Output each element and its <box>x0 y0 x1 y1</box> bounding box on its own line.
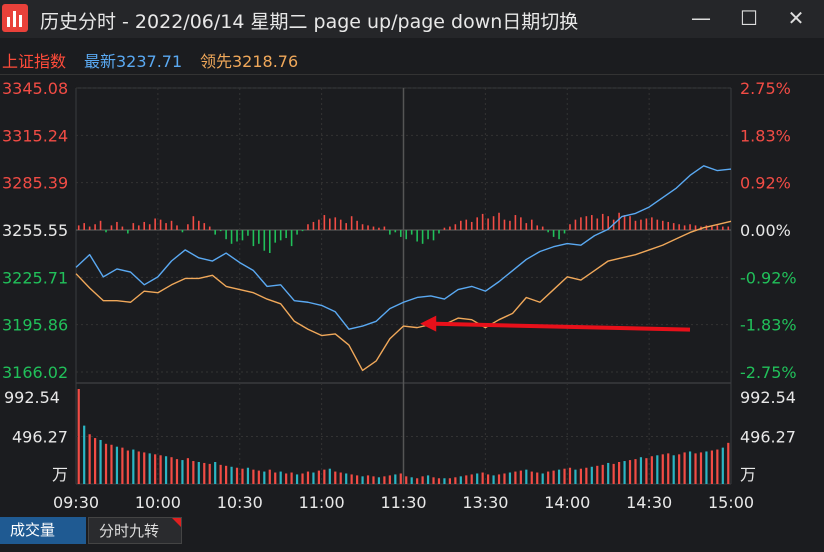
price-tick-label: 3225.71 <box>2 268 68 287</box>
intraday-chart[interactable]: 3345.08 2.75% 3315.24 1.83% 3285.39 0.92% 3255… <box>0 74 824 514</box>
percent-tick-label: -2.75% <box>740 363 797 382</box>
annotation-arrow-head <box>420 315 437 332</box>
percent-tick-label: 1.83% <box>740 126 791 145</box>
price-tick-label: 3195.86 <box>2 316 68 335</box>
percent-tick-label: -0.92% <box>740 268 797 287</box>
time-tick-label: 15:00 <box>708 493 754 512</box>
volume-mid-label: 496.27 <box>12 428 68 447</box>
volume-mid-label-right: 496.27 <box>740 428 796 447</box>
volume-max-label: 992.54 <box>4 388 60 407</box>
percent-tick-label: 2.75% <box>740 79 791 98</box>
tab-nine-turn[interactable]: 分时九转 <box>88 517 182 544</box>
time-tick-label: 10:30 <box>217 493 263 512</box>
time-tick-label: 11:30 <box>380 493 426 512</box>
price-tick-label: 3166.02 <box>2 363 68 382</box>
price-tick-label: 3315.24 <box>2 126 68 145</box>
time-tick-label: 13:30 <box>462 493 508 512</box>
volume-unit-label-right: 万 <box>740 465 756 484</box>
time-tick-label: 14:30 <box>626 493 672 512</box>
latest-price-label: 最新3237.71 <box>84 52 183 71</box>
window-title: 历史分时 - 2022/06/14 星期二 page up/page down日… <box>40 11 579 33</box>
percent-tick-label: 0.92% <box>740 174 791 193</box>
tab-volume[interactable]: 成交量 <box>0 517 86 544</box>
title-bar: 历史分时 - 2022/06/14 星期二 page up/page down日… <box>0 0 824 38</box>
percent-tick-label: -1.83% <box>740 316 797 335</box>
price-tick-label: 3255.55 <box>2 221 68 240</box>
close-icon[interactable]: ✕ <box>779 4 813 32</box>
index-name: 上证指数 <box>2 52 67 71</box>
time-tick-label: 11:00 <box>299 493 345 512</box>
time-tick-label: 14:00 <box>544 493 590 512</box>
volume-max-label-right: 992.54 <box>740 388 796 407</box>
info-bar: 上证指数 最新3237.71 领先3218.76 <box>0 40 824 75</box>
tab-nine-turn-label: 分时九转 <box>99 522 160 540</box>
time-tick-label: 09:30 <box>53 493 99 512</box>
leader-price-label: 领先3218.76 <box>200 52 299 71</box>
price-tick-label: 3345.08 <box>2 79 68 98</box>
price-tick-label: 3285.39 <box>2 174 68 193</box>
app-logo-icon <box>2 4 28 32</box>
percent-tick-label: 0.00% <box>740 221 791 240</box>
time-tick-label: 10:00 <box>135 493 181 512</box>
maximize-icon[interactable]: ☐ <box>732 4 766 32</box>
minimize-icon[interactable]: — <box>684 4 718 32</box>
volume-unit-label: 万 <box>52 465 68 484</box>
corner-flag-icon <box>172 518 181 527</box>
